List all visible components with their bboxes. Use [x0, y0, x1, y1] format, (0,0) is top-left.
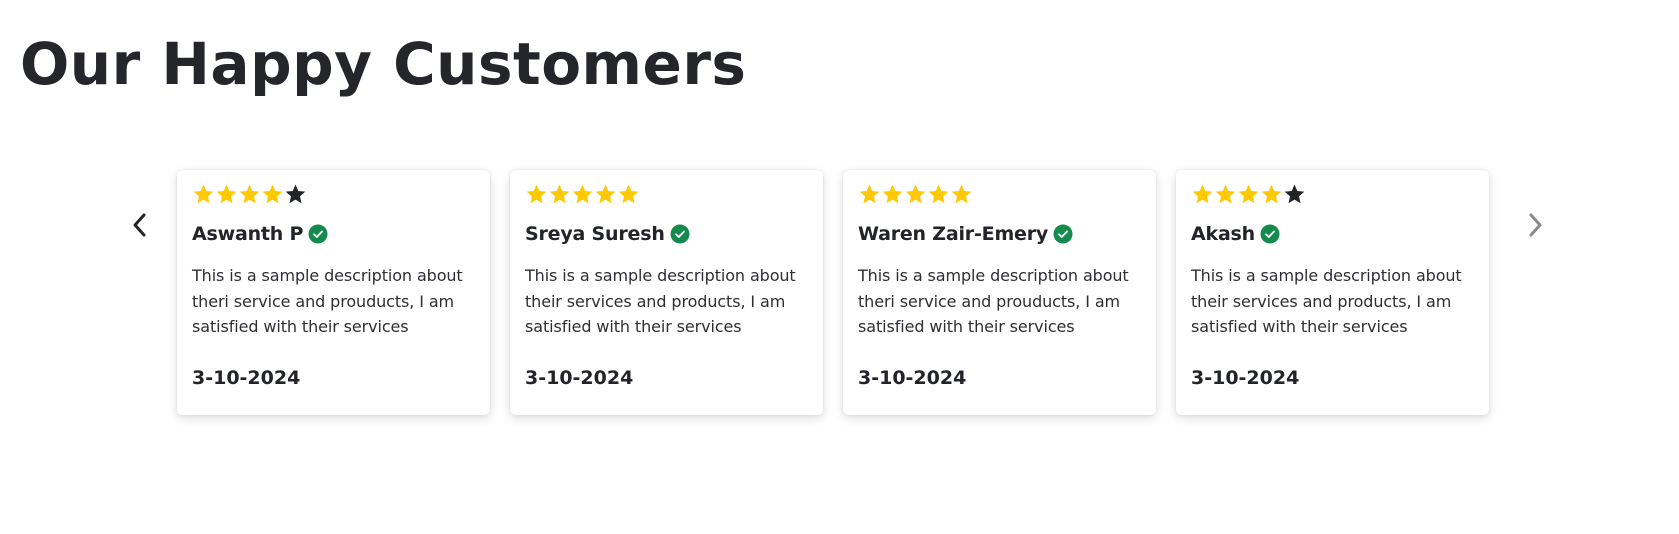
- review-text: This is a sample description about their…: [525, 266, 796, 336]
- star-filled-icon: [572, 184, 593, 204]
- star-filled-icon: [216, 184, 237, 204]
- carousel-next-button[interactable]: [1515, 205, 1555, 245]
- review-card: Sreya Suresh This is a sample descriptio…: [510, 170, 823, 415]
- star-rating: [192, 182, 475, 207]
- star-filled-icon: [1192, 184, 1213, 204]
- review-date: 3-10-2024: [192, 367, 301, 389]
- star-filled-icon: [1238, 184, 1259, 204]
- chevron-left-icon: [133, 213, 146, 237]
- star-rating: [858, 182, 1141, 207]
- review-text: This is a sample description about theri…: [858, 266, 1129, 336]
- review-card: Aswanth P This is a sample description a…: [177, 170, 490, 415]
- star-filled-icon: [1215, 184, 1236, 204]
- star-filled-icon: [951, 184, 972, 204]
- star-filled-icon: [618, 184, 639, 204]
- review-card: Akash This is a sample description about…: [1176, 170, 1489, 415]
- star-filled-icon: [595, 184, 616, 204]
- verified-check-icon: [308, 224, 328, 244]
- star-filled-icon: [526, 184, 547, 204]
- reviewer-name: Akash: [1191, 223, 1255, 245]
- page-title: Our Happy Customers: [20, 30, 747, 98]
- star-filled-icon: [882, 184, 903, 204]
- review-text: This is a sample description about theri…: [192, 266, 463, 336]
- review-text: This is a sample description about their…: [1191, 266, 1462, 336]
- star-filled-icon: [549, 184, 570, 204]
- star-filled-icon: [239, 184, 260, 204]
- star-filled-icon: [193, 184, 214, 204]
- star-empty-icon: [1284, 184, 1305, 204]
- reviewer-name: Waren Zair-Emery: [858, 223, 1049, 245]
- star-rating: [1191, 182, 1474, 207]
- star-filled-icon: [928, 184, 949, 204]
- verified-check-icon: [1053, 224, 1073, 244]
- star-rating: [525, 182, 808, 207]
- star-filled-icon: [905, 184, 926, 204]
- reviewer-name: Aswanth P: [192, 223, 304, 245]
- verified-check-icon: [1260, 224, 1280, 244]
- review-date: 3-10-2024: [858, 367, 967, 389]
- testimonial-carousel: Aswanth P This is a sample description a…: [120, 150, 1550, 425]
- star-empty-icon: [285, 184, 306, 204]
- verified-check-icon: [670, 224, 690, 244]
- review-card: Waren Zair-Emery This is a sample descri…: [843, 170, 1156, 415]
- reviewer-name: Sreya Suresh: [525, 223, 665, 245]
- star-filled-icon: [1261, 184, 1282, 204]
- star-filled-icon: [859, 184, 880, 204]
- review-date: 3-10-2024: [525, 367, 634, 389]
- carousel-prev-button[interactable]: [120, 205, 160, 245]
- review-date: 3-10-2024: [1191, 367, 1300, 389]
- chevron-right-icon: [1529, 213, 1542, 237]
- star-filled-icon: [262, 184, 283, 204]
